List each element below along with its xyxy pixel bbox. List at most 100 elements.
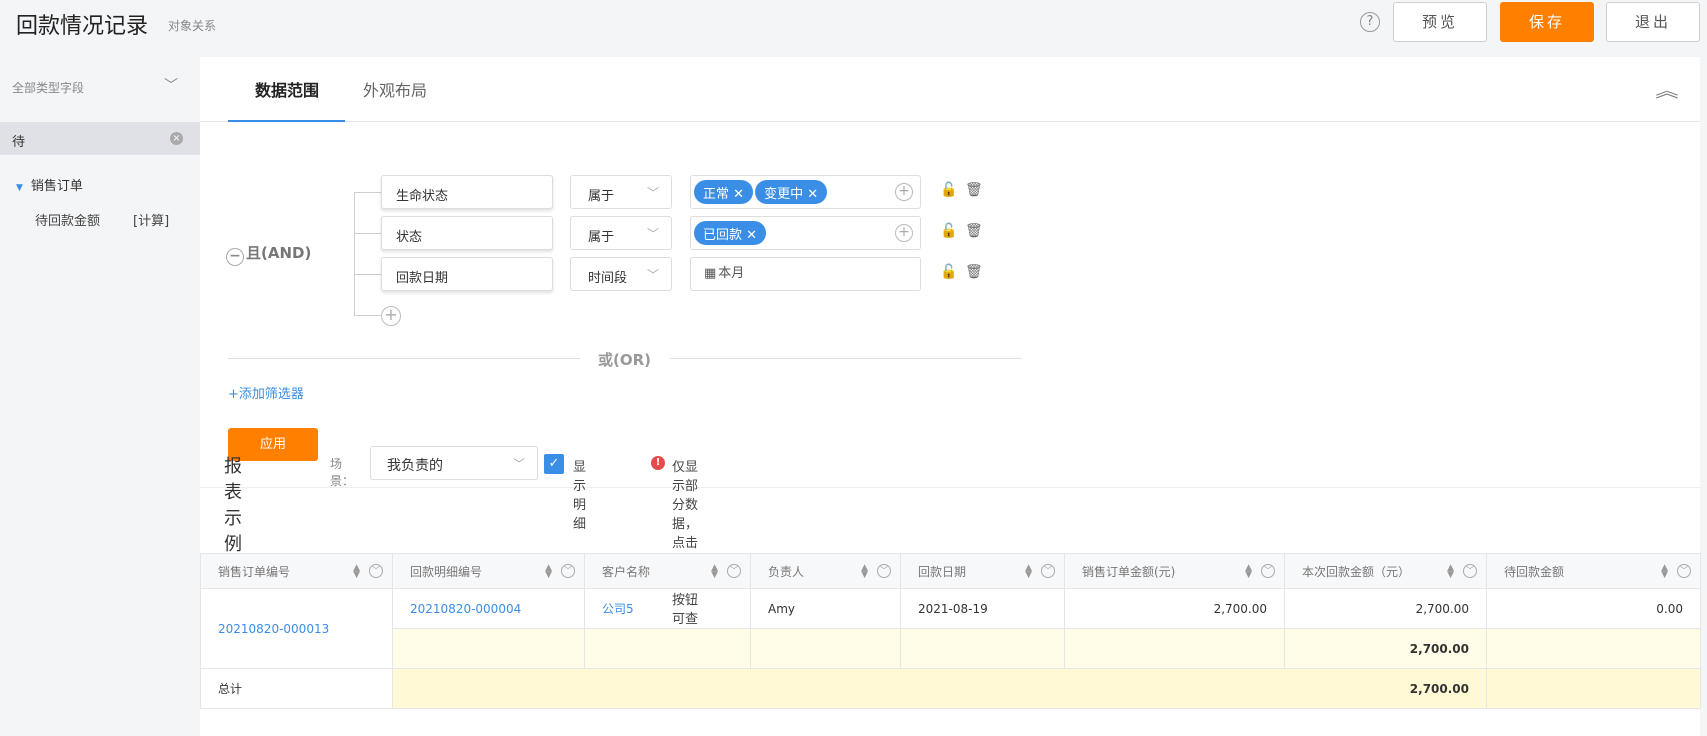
tab-data-range[interactable]: 数据范围 [255, 77, 319, 101]
chevron-down-icon[interactable]: ﹀ [164, 75, 178, 95]
order-number-cell[interactable]: 20210820-000013 [200, 588, 393, 669]
column-menu-icon[interactable]: ﹀ [1463, 564, 1477, 578]
lock-icon[interactable]: 🔓 [940, 264, 957, 280]
remove-chip-icon[interactable]: ✕ [733, 187, 744, 202]
chevron-down-icon: ﹀ [646, 268, 659, 282]
column-label: 回款日期 [918, 564, 967, 579]
tab-appearance-layout[interactable]: 外观布局 [363, 77, 427, 101]
clear-icon[interactable]: × [170, 132, 183, 145]
column-header[interactable]: 销售订单编号 ▲ ▼ ﹀ [200, 553, 393, 589]
date-range-input[interactable]: ▦ 本月 [690, 257, 921, 291]
scene-select[interactable]: 我负责的 ﹀ [370, 446, 538, 480]
column-menu-icon[interactable]: ﹀ [727, 564, 741, 578]
remove-chip-icon[interactable]: ✕ [807, 187, 818, 202]
column-label: 负责人 [768, 564, 805, 579]
minus-icon[interactable]: − [226, 248, 244, 266]
add-condition-icon[interactable]: + [381, 306, 401, 326]
column-menu-icon[interactable]: ﹀ [561, 564, 575, 578]
page-title: 回款情况记录 [16, 14, 149, 39]
report-title: 报表示例 [224, 456, 242, 555]
preview-button[interactable]: 预览 [1393, 2, 1487, 42]
header-bar: 回款情况记录 对象关系 ? 预览 保存 退出 [0, 0, 1707, 54]
caret-down-icon: ▼ [16, 183, 23, 193]
sort-icon[interactable]: ▲ ▼ [545, 564, 552, 580]
and-group-toggle[interactable]: − 且(AND) [226, 242, 311, 266]
column-menu-icon[interactable]: ﹀ [877, 564, 891, 578]
trash-icon[interactable]: 🗑 [965, 182, 983, 198]
condition-operator-select[interactable]: 时间段 ﹀ [570, 257, 672, 291]
tab-bar: 数据范围 外观布局 ︽ [200, 57, 1700, 122]
add-value-icon[interactable]: + [895, 224, 913, 242]
sort-icon[interactable]: ▲ ▼ [711, 564, 718, 580]
detail-number-cell[interactable]: 20210820-000004 [392, 588, 585, 629]
exit-button[interactable]: 退出 [1606, 2, 1700, 42]
sort-icon[interactable]: ▲ ▼ [353, 564, 360, 580]
customer-cell[interactable]: 公司5 [584, 588, 751, 629]
empty-cell [750, 628, 901, 669]
field-type-filter[interactable]: 全部类型字段 [12, 79, 84, 96]
date-cell: 2021-08-19 [900, 588, 1065, 629]
trash-icon[interactable]: 🗑 [965, 223, 983, 239]
sidebar-item-pending-amount[interactable]: 待回款金额 [35, 210, 100, 229]
sidebar-item-tag: [计算] [133, 214, 170, 229]
column-header[interactable]: 回款明细编号 ▲ ▼ ﹀ [392, 553, 585, 589]
sort-icon[interactable]: ▲ ▼ [1245, 564, 1252, 580]
sort-icon[interactable]: ▲ ▼ [1025, 564, 1032, 580]
operator-value: 属于 [588, 189, 615, 204]
total-cell: 2,700.00 [392, 668, 1487, 709]
condition-field-select[interactable]: 回款日期 [381, 257, 553, 291]
column-label: 回款明细编号 [410, 564, 483, 579]
column-label: 本次回款金额（元） [1302, 564, 1411, 579]
sort-icon[interactable]: ▲ ▼ [861, 564, 868, 580]
condition-value-input[interactable]: 已回款 ✕ + [690, 216, 921, 250]
column-menu-icon[interactable]: ﹀ [1041, 564, 1055, 578]
column-label: 客户名称 [602, 564, 651, 579]
empty-cell [584, 628, 751, 669]
column-menu-icon[interactable]: ﹀ [369, 564, 383, 578]
condition-value-input[interactable]: 正常 ✕ 变更中 ✕ + [690, 175, 921, 209]
column-header[interactable]: 负责人 ▲ ▼ ﹀ [750, 553, 901, 589]
column-label: 销售订单金额(元) [1082, 564, 1176, 579]
sort-icon[interactable]: ▲ ▼ [1447, 564, 1454, 580]
condition-field-select[interactable]: 生命状态 [381, 175, 553, 209]
total-row: 总计 2,700.00 [200, 668, 1701, 709]
condition-operator-select[interactable]: 属于 ﹀ [570, 216, 672, 250]
condition-operator-select[interactable]: 属于 ﹀ [570, 175, 672, 209]
help-icon[interactable]: ? [1360, 12, 1380, 32]
column-menu-icon[interactable]: ﹀ [1677, 564, 1691, 578]
chip-label: 已回款 [703, 228, 743, 243]
value-chip: 已回款 ✕ [694, 221, 767, 245]
tree-line [354, 315, 381, 316]
sort-icon[interactable]: ▲ ▼ [1661, 564, 1668, 580]
page-subtitle: 对象关系 [168, 19, 217, 33]
and-label: 且(AND) [246, 244, 312, 262]
scene-label: 场景： [330, 457, 355, 488]
sidebar-group-sales-order[interactable]: ▼ 销售订单 [16, 175, 83, 194]
chevron-down-icon: ﹀ [646, 186, 659, 200]
show-detail-checkbox[interactable]: ✓ [544, 454, 564, 474]
trash-icon[interactable]: 🗑 [965, 264, 983, 280]
divider [228, 358, 580, 359]
empty-cell [1486, 668, 1701, 709]
lock-icon[interactable]: 🔓 [940, 223, 957, 239]
tree-line [354, 274, 381, 275]
column-header[interactable]: 待回款金额 ▲ ▼ ﹀ [1486, 553, 1701, 589]
chip-label: 变更中 [764, 187, 804, 202]
add-value-icon[interactable]: + [895, 183, 913, 201]
column-header[interactable]: 销售订单金额(元) ▲ ▼ ﹀ [1064, 553, 1285, 589]
column-header[interactable]: 本次回款金额（元） ▲ ▼ ﹀ [1284, 553, 1487, 589]
condition-field-select[interactable]: 状态 [381, 216, 553, 250]
tree-line [354, 192, 381, 193]
add-filter-link[interactable]: +添加筛选器 [228, 383, 304, 402]
remove-chip-icon[interactable]: ✕ [746, 228, 757, 243]
column-header[interactable]: 回款日期 ▲ ▼ ﹀ [900, 553, 1065, 589]
subtotal-cell: 2,700.00 [1284, 628, 1487, 669]
table-header-row: 销售订单编号 ▲ ▼ ﹀ 回款明细编号 ▲ ▼ ﹀ 客户名称 ▲ ▼ ﹀ 负责人 ▲ ▼ ﹀ 回款日期 ▲… [200, 553, 1701, 589]
save-button[interactable]: 保存 [1500, 2, 1594, 42]
collapse-icon[interactable]: ︽ [1655, 77, 1678, 103]
column-menu-icon[interactable]: ﹀ [1261, 564, 1275, 578]
lock-icon[interactable]: 🔓 [940, 182, 957, 198]
field-search-value: 待 [12, 135, 26, 150]
field-search-input[interactable]: 待 × [0, 122, 200, 155]
column-header[interactable]: 客户名称 ▲ ▼ ﹀ [584, 553, 751, 589]
